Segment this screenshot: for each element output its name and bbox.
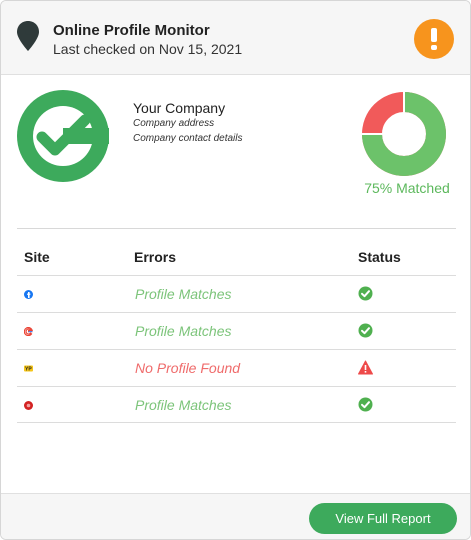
google-icon	[24, 327, 33, 336]
page-title: Online Profile Monitor	[53, 22, 210, 39]
table-row[interactable]: YP No Profile Found	[17, 349, 456, 386]
table-row[interactable]: Profile Matches	[17, 386, 456, 423]
check-circle-icon	[358, 397, 373, 412]
warning-triangle-icon	[358, 360, 373, 375]
alert-button[interactable]	[414, 19, 454, 59]
company-address: Company address	[133, 118, 215, 129]
yellowpages-icon: YP	[24, 365, 33, 373]
location-pin-icon	[17, 21, 39, 51]
error-text: Profile Matches	[135, 286, 232, 302]
company-logo	[17, 90, 109, 182]
error-text: Profile Matches	[135, 397, 232, 413]
card-footer: View Full Report	[1, 493, 470, 539]
section-divider	[17, 228, 456, 229]
card-header: Online Profile Monitor Last checked on N…	[1, 1, 470, 75]
column-header-errors: Errors	[134, 249, 177, 265]
table-row[interactable]: Profile Matches	[17, 312, 456, 349]
column-header-status: Status	[358, 249, 401, 265]
match-percentage-label: 75% Matched	[364, 180, 450, 196]
facebook-icon	[24, 290, 33, 299]
profile-monitor-card: Online Profile Monitor Last checked on N…	[0, 0, 471, 540]
match-donut-chart	[362, 92, 446, 176]
error-text: Profile Matches	[135, 323, 232, 339]
check-circle-icon	[358, 286, 373, 301]
yelp-icon	[24, 401, 33, 410]
error-text: No Profile Found	[135, 360, 241, 376]
exclamation-icon	[431, 28, 437, 50]
column-header-site: Site	[24, 249, 50, 265]
company-contact: Company contact details	[133, 133, 243, 144]
company-name: Your Company	[133, 100, 226, 116]
check-circle-icon	[358, 323, 373, 338]
table-row[interactable]: Profile Matches	[17, 275, 456, 312]
last-checked-text: Last checked on Nov 15, 2021	[53, 41, 243, 57]
view-full-report-button[interactable]: View Full Report	[309, 503, 457, 534]
svg-text:YP: YP	[25, 367, 32, 373]
